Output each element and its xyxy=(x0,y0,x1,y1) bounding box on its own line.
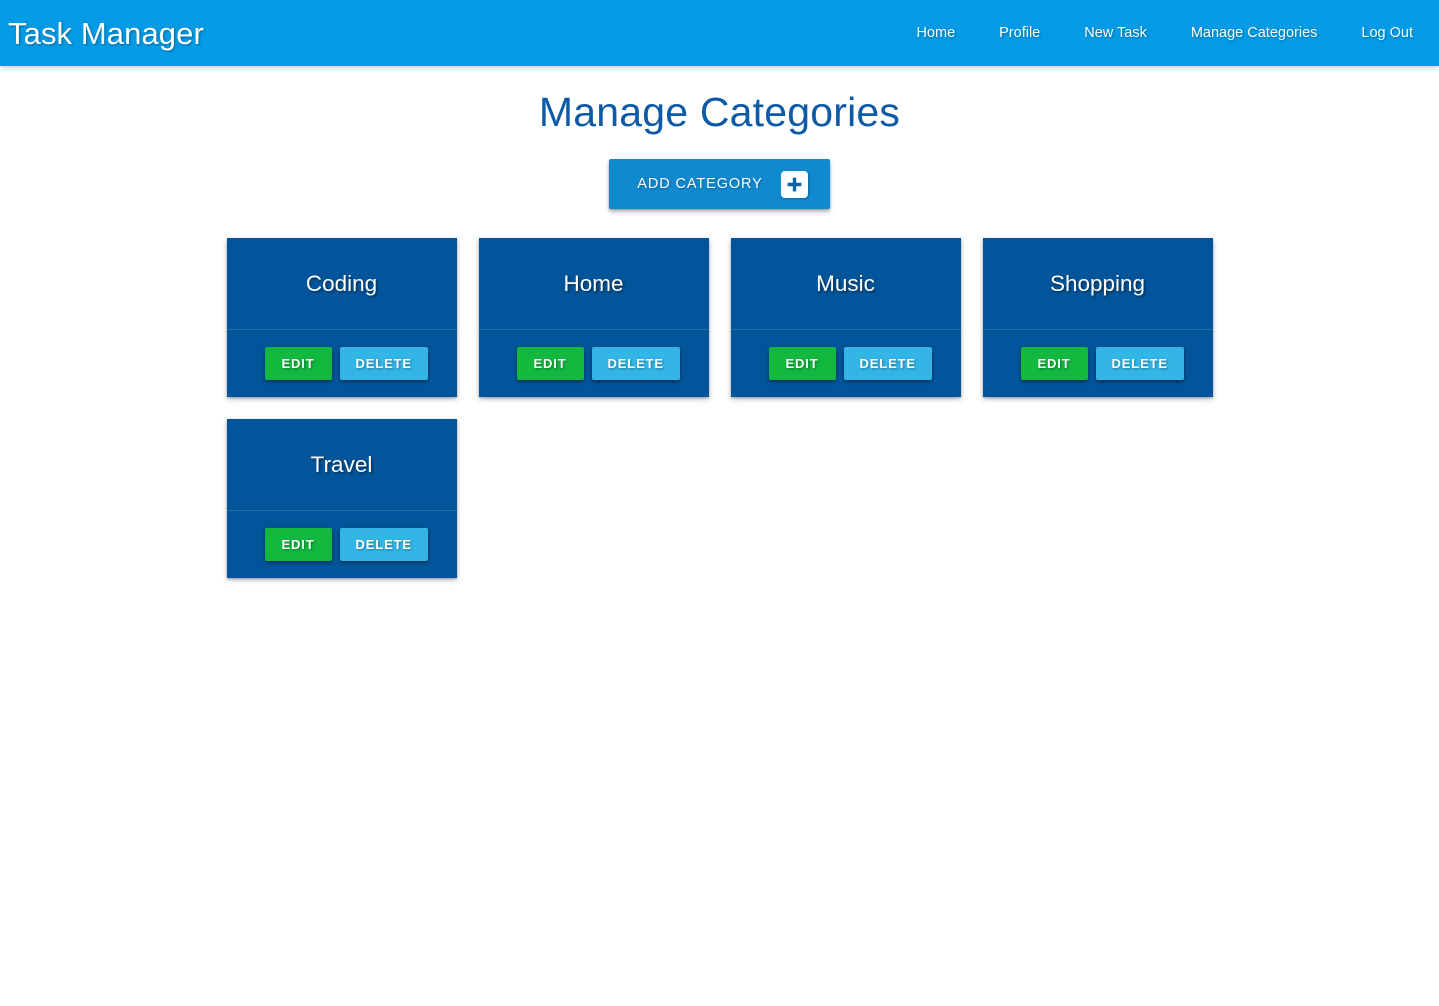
category-card-title: Coding xyxy=(305,271,378,297)
category-card-actions: Edit Delete xyxy=(731,330,961,397)
edit-category-button[interactable]: Edit xyxy=(264,347,332,381)
category-card-title: Travel xyxy=(310,452,373,478)
page-title: Manage Categories xyxy=(538,89,901,135)
category-card-actions: Edit Delete xyxy=(227,511,457,578)
edit-category-button[interactable]: Edit xyxy=(264,528,332,562)
category-card-actions: Edit Delete xyxy=(479,330,709,397)
category-card-title: Home xyxy=(563,271,624,297)
category-card-header: Travel xyxy=(226,419,457,512)
delete-category-button[interactable]: Delete xyxy=(339,528,428,562)
category-card-header: Home xyxy=(478,238,709,331)
add-category-row: Add Category xyxy=(0,159,1439,210)
category-card-title: Shopping xyxy=(1049,271,1146,297)
delete-category-button[interactable]: Delete xyxy=(1095,347,1184,381)
category-card: Coding Edit Delete xyxy=(226,238,457,398)
plus-icon xyxy=(780,170,808,198)
add-category-button-label: Add Category xyxy=(637,176,763,193)
category-card: Music Edit Delete xyxy=(730,238,961,398)
delete-category-button[interactable]: Delete xyxy=(339,347,428,381)
category-card: Home Edit Delete xyxy=(478,238,709,398)
category-card: Shopping Edit Delete xyxy=(982,238,1213,398)
delete-category-button[interactable]: Delete xyxy=(591,347,680,381)
edit-category-button[interactable]: Edit xyxy=(768,347,836,381)
nav-link-profile[interactable]: Profile xyxy=(977,0,1062,66)
app-brand-title: Task Manager xyxy=(8,15,204,51)
nav-link-new-task[interactable]: New Task xyxy=(1062,0,1169,66)
category-card-title: Music xyxy=(816,271,875,297)
category-card-header: Music xyxy=(730,238,961,331)
category-card-actions: Edit Delete xyxy=(227,330,457,397)
category-card-grid: Coding Edit Delete Home Edit Delete Music Edit D… xyxy=(226,209,1213,579)
top-navbar: Task Manager Home Profile New Task Manag… xyxy=(0,0,1439,66)
edit-category-button[interactable]: Edit xyxy=(516,347,584,381)
main-content: Manage Categories Add Category Coding Edi… xyxy=(0,66,1439,579)
nav-link-manage-categories[interactable]: Manage Categories xyxy=(1169,0,1340,66)
delete-category-button[interactable]: Delete xyxy=(843,347,932,381)
category-card-actions: Edit Delete xyxy=(983,330,1213,397)
nav-link-log-out[interactable]: Log Out xyxy=(1339,0,1425,66)
nav-link-home[interactable]: Home xyxy=(894,0,977,66)
category-card: Travel Edit Delete xyxy=(226,419,457,579)
category-card-header: Shopping xyxy=(982,238,1213,331)
main-navigation: Home Profile New Task Manage Categories … xyxy=(894,0,1425,66)
category-card-header: Coding xyxy=(226,238,457,331)
add-category-button[interactable]: Add Category xyxy=(609,159,830,210)
edit-category-button[interactable]: Edit xyxy=(1020,347,1088,381)
